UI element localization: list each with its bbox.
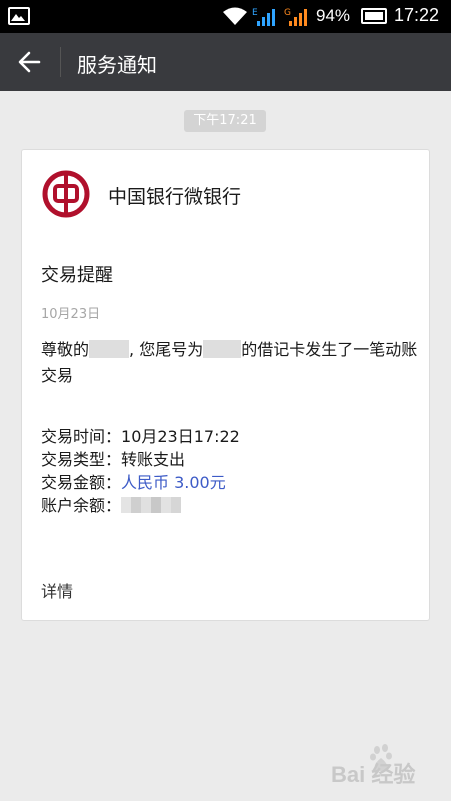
masked-balance — [121, 497, 182, 513]
baidu-jingyan-watermark: Bai 经验 — [331, 744, 415, 787]
message-title: 交易提醒 — [41, 265, 113, 286]
signal-g-icon: G — [284, 8, 307, 26]
detail-label: 交易金额： — [41, 473, 122, 492]
watermark-text: Bai 经验 — [331, 762, 415, 787]
signal-e-label: E — [252, 8, 258, 18]
message-date: 10月23日 — [41, 307, 101, 322]
bank-name: 中国银行微银行 — [108, 186, 242, 208]
title-divider — [60, 47, 61, 77]
title-bar: 服务通知 — [0, 33, 451, 91]
detail-label: 交易类型： — [41, 450, 122, 469]
notification-card[interactable]: 中国银行微银行 交易提醒 10月23日 尊敬的, 您尾号为 的借记卡发生了一笔动账… — [21, 149, 430, 621]
message-body: 尊敬的, 您尾号为 的借记卡发生了一笔动账交易 — [41, 337, 426, 389]
status-clock: 17:22 — [394, 5, 440, 25]
detail-value: 转账支出 — [121, 450, 186, 469]
battery-icon — [361, 8, 387, 24]
masked-card-tail — [203, 340, 242, 358]
back-button[interactable] — [8, 42, 52, 82]
bank-of-china-logo-icon — [42, 170, 90, 218]
detail-row-balance: 账户余额： — [41, 494, 240, 517]
body-middle: , 您尾号为 — [129, 340, 204, 359]
detail-row-type: 交易类型：转账支出 — [41, 448, 240, 471]
battery-percent: 94% — [316, 6, 351, 25]
back-arrow-icon — [18, 51, 41, 73]
detail-row-amount: 交易金额：人民币 3.00元 — [41, 471, 240, 494]
signal-g-label: G — [284, 8, 291, 18]
signal-e-icon: E — [252, 8, 275, 26]
detail-value-amount: 人民币 3.00元 — [121, 473, 226, 492]
status-bar: E G 94% 17:22 — [0, 0, 451, 33]
transaction-details: 交易时间：10月23日17:22 交易类型：转账支出 交易金额：人民币 3.00… — [41, 425, 240, 517]
wifi-icon — [223, 7, 247, 25]
detail-label: 交易时间： — [41, 427, 122, 446]
detail-row-time: 交易时间：10月23日17:22 — [41, 425, 240, 448]
message-time-chip: 下午17:21 — [184, 110, 266, 132]
detail-value: 10月23日17:22 — [121, 427, 240, 446]
body-prefix: 尊敬的 — [41, 340, 90, 359]
masked-customer-name — [89, 340, 130, 358]
image-notification-icon — [8, 7, 30, 25]
page-title: 服务通知 — [77, 53, 157, 77]
details-link[interactable]: 详情 — [41, 578, 73, 602]
detail-label: 账户余额： — [41, 496, 122, 515]
